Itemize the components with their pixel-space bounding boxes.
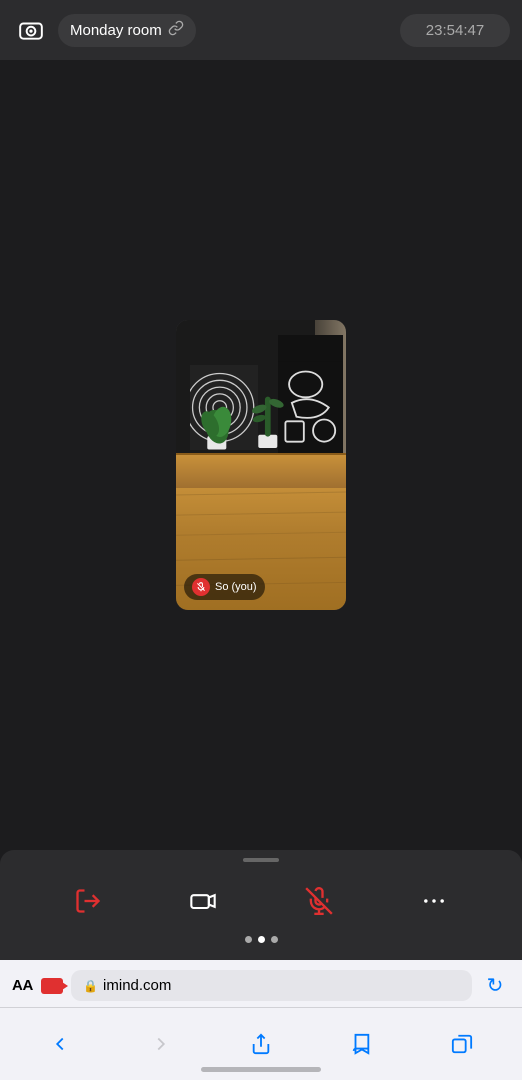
browser-bar: AA 🔒 imind.com ↻ — [0, 960, 522, 1080]
controls-row — [0, 876, 522, 926]
page-dots — [245, 936, 278, 943]
plant-left — [193, 390, 241, 454]
reload-button[interactable]: ↻ — [480, 971, 510, 1001]
room-name-label: Monday room — [70, 22, 162, 39]
bookmarks-button[interactable] — [339, 1022, 383, 1066]
participant-tile: So (you) — [176, 320, 346, 610]
url-bar-row: AA 🔒 imind.com ↻ — [0, 960, 522, 1007]
share-button[interactable] — [239, 1022, 283, 1066]
home-indicator — [201, 1067, 321, 1072]
camera-toggle-button[interactable] — [178, 876, 228, 926]
video-area: So (you) — [0, 60, 522, 870]
url-text: imind.com — [103, 977, 171, 994]
control-bar — [0, 850, 522, 960]
plant-right — [244, 378, 292, 453]
tabs-button[interactable] — [440, 1022, 484, 1066]
dot-2 — [258, 936, 265, 943]
cabinet — [176, 453, 346, 488]
back-button[interactable] — [38, 1022, 82, 1066]
forward-button[interactable] — [139, 1022, 183, 1066]
leave-button[interactable] — [63, 876, 113, 926]
lock-icon: 🔒 — [83, 979, 98, 993]
mic-muted-icon — [192, 578, 210, 596]
header-bar: Monday room 23:54:47 — [0, 0, 522, 60]
room-image — [176, 320, 346, 610]
url-pill[interactable]: 🔒 imind.com — [71, 970, 472, 1001]
drag-handle — [243, 858, 279, 862]
more-options-button[interactable] — [409, 876, 459, 926]
dot-3 — [271, 936, 278, 943]
link-icon — [168, 20, 184, 41]
room-name-pill[interactable]: Monday room — [58, 14, 196, 47]
mute-button[interactable] — [294, 876, 344, 926]
dot-1 — [245, 936, 252, 943]
recording-indicator — [41, 978, 63, 994]
name-badge: So (you) — [184, 574, 265, 600]
aa-label[interactable]: AA — [12, 977, 33, 994]
participant-name: So (you) — [215, 581, 257, 593]
camera-header-icon[interactable] — [12, 11, 50, 49]
timer-display: 23:54:47 — [400, 14, 510, 47]
